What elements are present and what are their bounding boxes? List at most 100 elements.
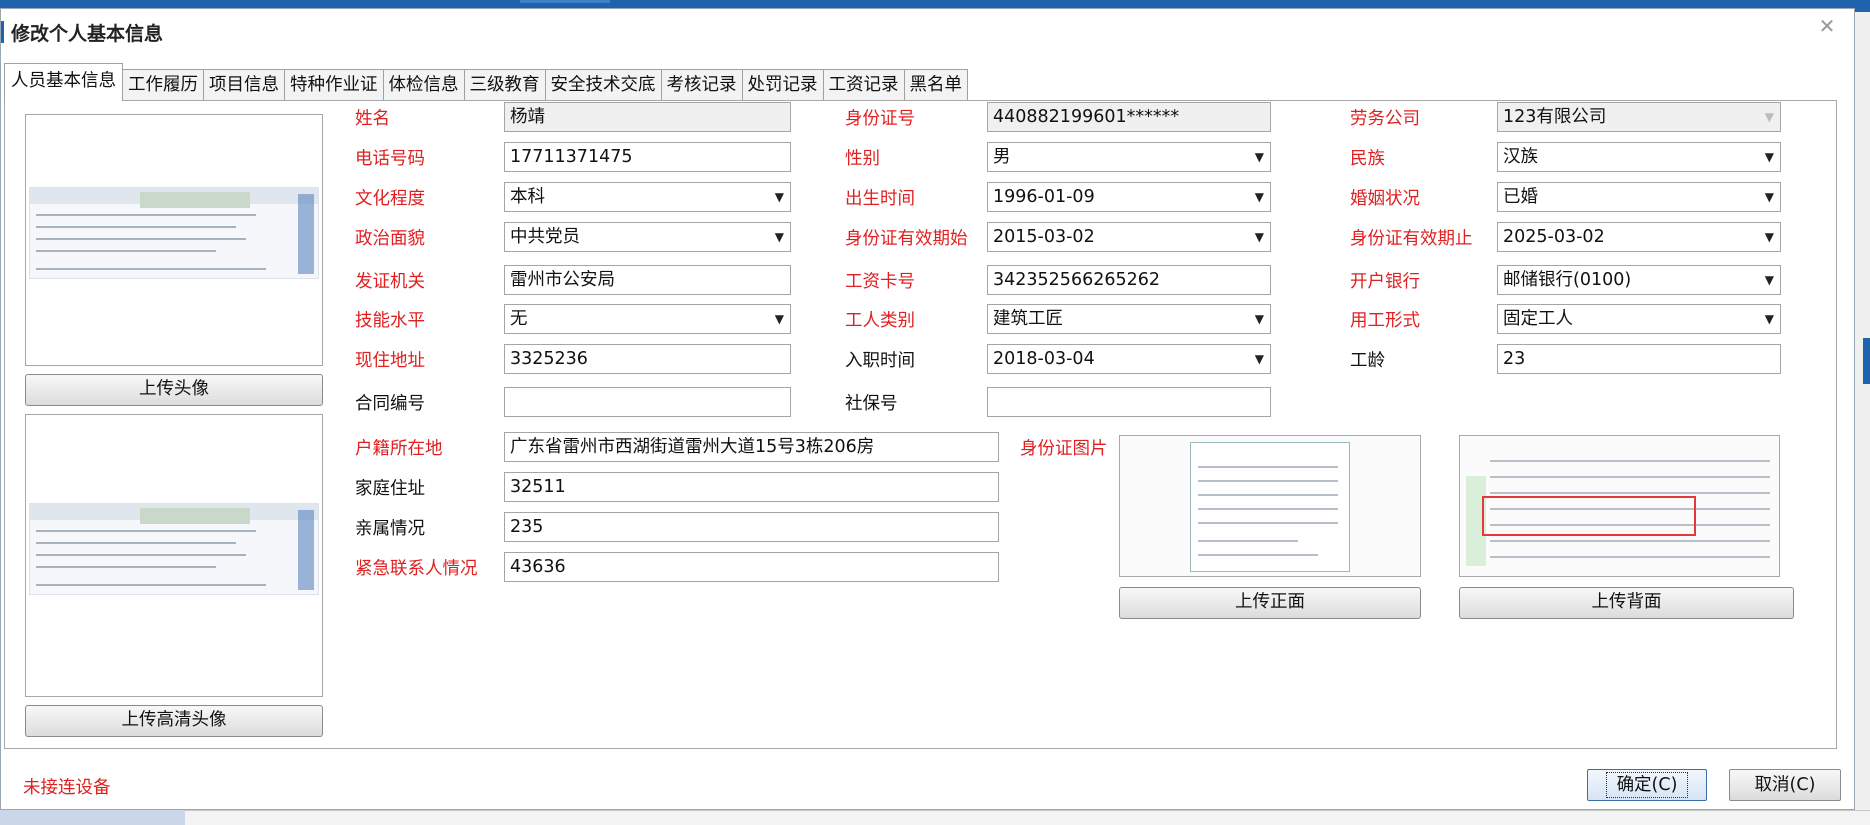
marital-status-label: 婚姻状况 bbox=[1350, 189, 1420, 209]
emergency-contact-input[interactable]: 43636 bbox=[504, 552, 999, 582]
birth-date-picker[interactable]: 1996-01-09 ▼ bbox=[987, 182, 1271, 212]
worker-type-value: 建筑工匠 bbox=[993, 309, 1063, 329]
id-valid-from-picker[interactable]: 2015-03-02 ▼ bbox=[987, 222, 1271, 252]
labor-company-label: 劳务公司 bbox=[1350, 109, 1420, 129]
title-accent bbox=[1, 21, 4, 43]
chevron-down-icon: ▼ bbox=[1254, 230, 1264, 244]
household-reg-input[interactable]: 广东省雷州市西湖街道雷州大道15号3栋206房 bbox=[504, 432, 999, 462]
id-card-back-image[interactable] bbox=[1459, 435, 1780, 577]
phone-label: 电话号码 bbox=[355, 149, 425, 169]
background-accent bbox=[1863, 338, 1870, 384]
id-valid-from-label: 身份证有效期始 bbox=[845, 229, 968, 249]
ethnicity-select[interactable]: 汉族 ▼ bbox=[1497, 142, 1781, 172]
name-input[interactable]: 杨靖 bbox=[504, 102, 791, 132]
education-select[interactable]: 本科 ▼ bbox=[504, 182, 791, 212]
chevron-down-icon: ▼ bbox=[1254, 190, 1264, 204]
current-address-input[interactable]: 3325236 bbox=[504, 344, 791, 374]
nav-item-active[interactable] bbox=[520, 0, 610, 3]
tab-project-info[interactable]: 项目信息 bbox=[203, 69, 285, 101]
skill-level-select[interactable]: 无 ▼ bbox=[504, 304, 791, 334]
upload-back-button[interactable]: 上传背面 bbox=[1459, 587, 1794, 619]
relatives-input[interactable]: 235 bbox=[504, 512, 999, 542]
chevron-down-icon: ▼ bbox=[1764, 312, 1774, 326]
tab-assessment[interactable]: 考核记录 bbox=[660, 69, 743, 101]
chevron-down-icon: ▼ bbox=[774, 190, 784, 204]
id-valid-from-value: 2015-03-02 bbox=[993, 227, 1095, 247]
political-label: 政治面貌 bbox=[355, 229, 425, 249]
cancel-button[interactable]: 取消(C) bbox=[1729, 769, 1841, 801]
hd-avatar-photo bbox=[25, 414, 323, 697]
upload-avatar-button[interactable]: 上传头像 bbox=[25, 374, 323, 406]
contract-no-input[interactable] bbox=[504, 387, 791, 417]
entry-date-picker[interactable]: 2018-03-04 ▼ bbox=[987, 344, 1271, 374]
home-address-input[interactable]: 32511 bbox=[504, 472, 999, 502]
tab-basic-info[interactable]: 人员基本信息 bbox=[4, 63, 123, 101]
upload-front-button[interactable]: 上传正面 bbox=[1119, 587, 1421, 619]
current-address-label: 现住地址 bbox=[355, 351, 425, 371]
tab-special-cert[interactable]: 特种作业证 bbox=[284, 69, 384, 101]
social-security-label: 社保号 bbox=[845, 394, 898, 414]
employment-form-select[interactable]: 固定工人 ▼ bbox=[1497, 304, 1781, 334]
tab-work-history[interactable]: 工作履历 bbox=[122, 69, 204, 101]
id-number-input[interactable]: 440882199601****** bbox=[987, 102, 1271, 132]
entry-date-value: 2018-03-04 bbox=[993, 349, 1095, 369]
political-select[interactable]: 中共党员 ▼ bbox=[504, 222, 791, 252]
chevron-down-icon: ▼ bbox=[1764, 273, 1774, 287]
education-label: 文化程度 bbox=[355, 189, 425, 209]
hd-avatar-image bbox=[29, 503, 319, 595]
education-value: 本科 bbox=[510, 187, 545, 207]
chevron-down-icon: ▼ bbox=[774, 312, 784, 326]
bank-select[interactable]: 邮储银行(0100) ▼ bbox=[1497, 265, 1781, 295]
marital-status-value: 已婚 bbox=[1503, 187, 1538, 207]
id-card-front-image[interactable] bbox=[1119, 435, 1421, 577]
worker-type-select[interactable]: 建筑工匠 ▼ bbox=[987, 304, 1271, 334]
tab-safety-briefing[interactable]: 安全技术交底 bbox=[544, 69, 662, 101]
confirm-label: 确定(C) bbox=[1605, 772, 1689, 798]
chevron-down-icon: ▼ bbox=[1764, 150, 1774, 164]
salary-card-label: 工资卡号 bbox=[845, 272, 915, 292]
chevron-down-icon: ▼ bbox=[1764, 190, 1774, 204]
labor-company-select[interactable]: 123有限公司 ▼ bbox=[1497, 102, 1781, 132]
emergency-contact-label: 紧急联系人情况 bbox=[355, 559, 478, 579]
tab-penalty[interactable]: 处罚记录 bbox=[741, 69, 824, 101]
basic-info-panel: 上传头像 上传高清头像 姓名 杨靖 身份证号 440882199601*****… bbox=[4, 100, 1837, 749]
avatar-image bbox=[29, 187, 319, 279]
tab-bar: 人员基本信息 工作履历 项目信息 特种作业证 体检信息 三级教育 安全技术交底 … bbox=[4, 61, 968, 101]
issuing-office-input[interactable]: 雷州市公安局 bbox=[504, 265, 791, 295]
chevron-down-icon: ▼ bbox=[1254, 150, 1264, 164]
tab-salary[interactable]: 工资记录 bbox=[822, 69, 905, 101]
seniority-input[interactable]: 23 bbox=[1497, 344, 1781, 374]
name-label: 姓名 bbox=[355, 109, 390, 129]
tab-medical[interactable]: 体检信息 bbox=[382, 69, 465, 101]
upload-hd-avatar-button[interactable]: 上传高清头像 bbox=[25, 705, 323, 737]
birth-date-label: 出生时间 bbox=[845, 189, 915, 209]
gender-select[interactable]: 男 ▼ bbox=[987, 142, 1271, 172]
confirm-button[interactable]: 确定(C) bbox=[1587, 769, 1707, 801]
tab-three-level-edu[interactable]: 三级教育 bbox=[463, 69, 546, 101]
id-number-label: 身份证号 bbox=[845, 109, 915, 129]
edit-person-dialog: 修改个人基本信息 ✕ 人员基本信息 工作履历 项目信息 特种作业证 体检信息 三… bbox=[0, 8, 1855, 810]
salary-card-input[interactable]: 342352566265262 bbox=[987, 265, 1271, 295]
id-valid-to-label: 身份证有效期止 bbox=[1350, 229, 1473, 249]
tab-blacklist[interactable]: 黑名单 bbox=[903, 69, 968, 101]
chevron-down-icon: ▼ bbox=[774, 230, 784, 244]
marital-status-select[interactable]: 已婚 ▼ bbox=[1497, 182, 1781, 212]
employment-form-label: 用工形式 bbox=[1350, 311, 1420, 331]
seniority-label: 工龄 bbox=[1350, 351, 1385, 371]
political-value: 中共党员 bbox=[510, 227, 580, 247]
ethnicity-label: 民族 bbox=[1350, 149, 1385, 169]
ethnicity-value: 汉族 bbox=[1503, 147, 1538, 167]
household-reg-label: 户籍所在地 bbox=[355, 439, 443, 459]
id-valid-to-picker[interactable]: 2025-03-02 ▼ bbox=[1497, 222, 1781, 252]
employment-form-value: 固定工人 bbox=[1503, 309, 1573, 329]
chevron-down-icon: ▼ bbox=[1764, 110, 1774, 124]
phone-input[interactable]: 17711371475 bbox=[504, 142, 791, 172]
home-address-label: 家庭住址 bbox=[355, 479, 425, 499]
contract-no-label: 合同编号 bbox=[355, 394, 425, 414]
chevron-down-icon: ▼ bbox=[1254, 352, 1264, 366]
close-icon[interactable]: ✕ bbox=[1815, 15, 1839, 37]
social-security-input[interactable] bbox=[987, 387, 1271, 417]
id-valid-to-value: 2025-03-02 bbox=[1503, 227, 1605, 247]
dialog-title: 修改个人基本信息 bbox=[11, 23, 164, 45]
gender-value: 男 bbox=[993, 147, 1011, 167]
